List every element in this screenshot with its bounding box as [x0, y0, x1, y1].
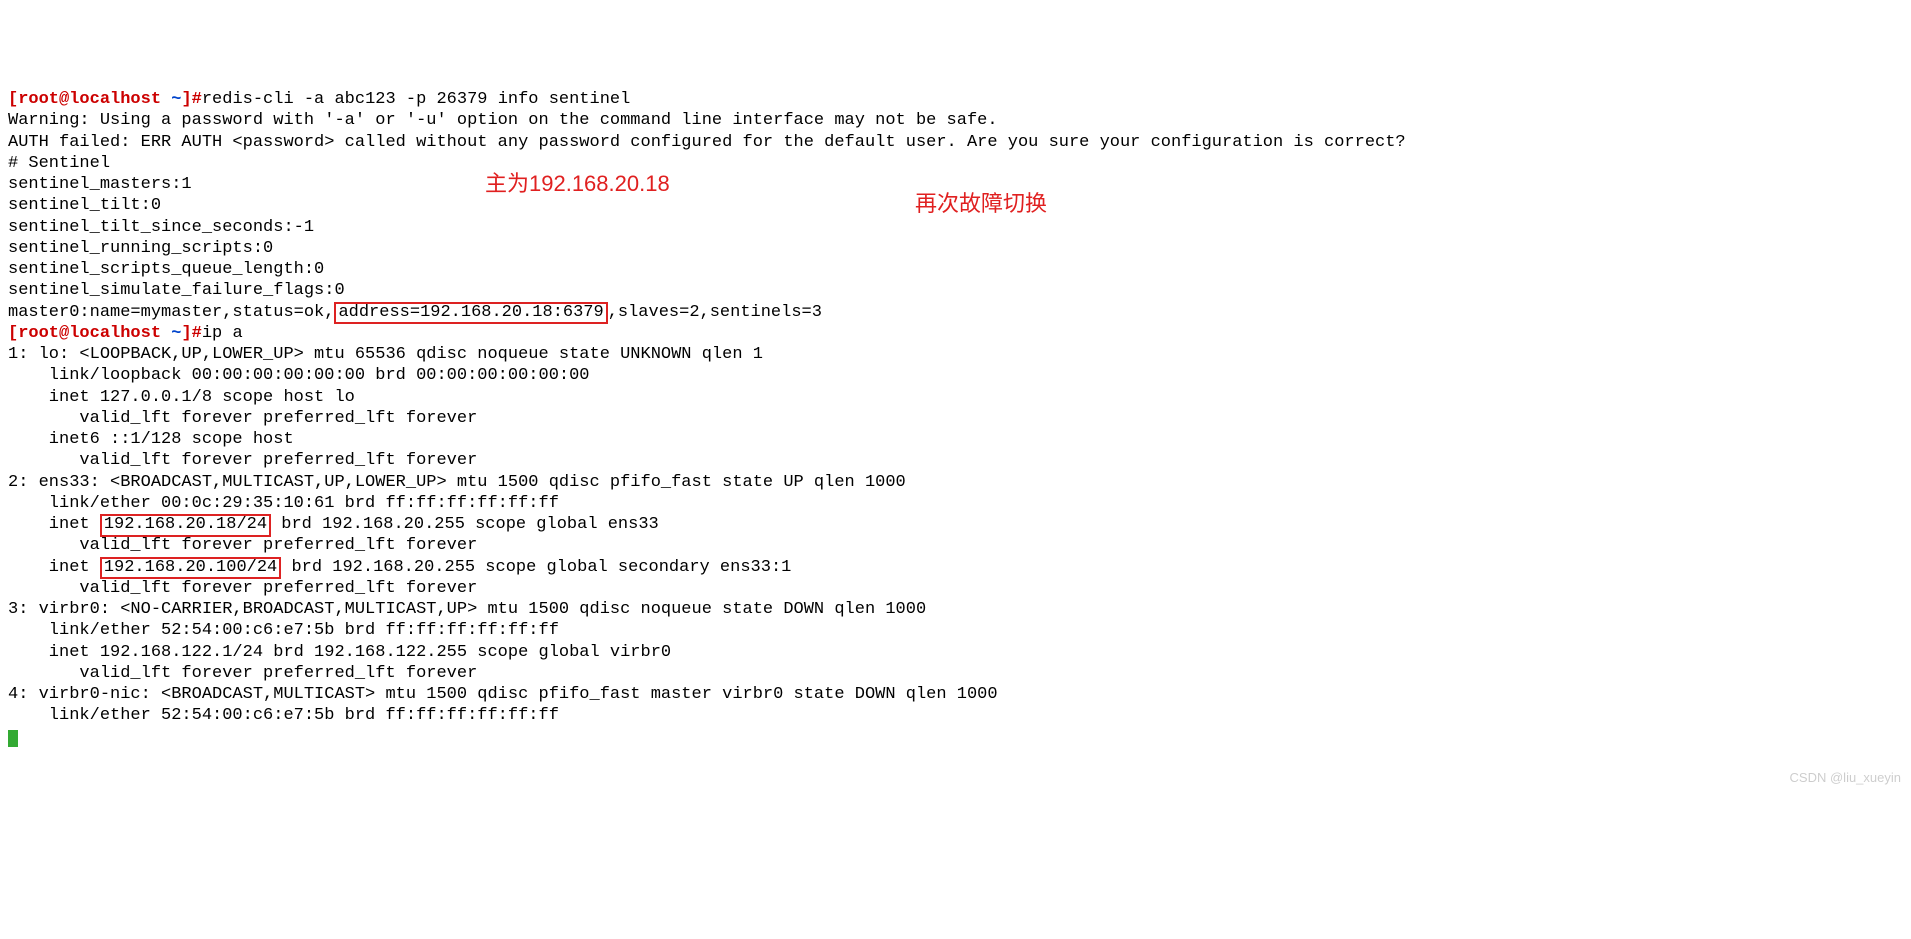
prompt-user: [root@localhost	[8, 90, 171, 109]
ip-ens-5: inet 192.168.20.100/24 brd 192.168.20.25…	[8, 558, 791, 577]
command-text: redis-cli -a abc123 -p 26379 info sentin…	[202, 90, 630, 109]
ip-virbr0-4: valid_lft forever preferred_lft forever	[8, 664, 477, 683]
prompt-user: [root@localhost	[8, 324, 171, 343]
ip-lo-1: 1: lo: <LOOPBACK,UP,LOWER_UP> mtu 65536 …	[8, 345, 763, 364]
prompt-tilde: ~	[171, 90, 181, 109]
prompt-end: ]#	[181, 90, 201, 109]
prompt-line-2: [root@localhost ~]#ip a	[8, 324, 243, 343]
prompt-tilde: ~	[171, 324, 181, 343]
output-sentinel-tilt: sentinel_tilt:0	[8, 196, 161, 215]
watermark: CSDN @liu_xueyin	[1790, 770, 1901, 786]
prompt-end: ]#	[181, 324, 201, 343]
command-text: ip a	[202, 324, 243, 343]
output-sentinel-masters: sentinel_masters:1	[8, 175, 192, 194]
ip-lo-2: link/loopback 00:00:00:00:00:00 brd 00:0…	[8, 366, 590, 385]
output-sentinel-queue: sentinel_scripts_queue_length:0	[8, 260, 324, 279]
ip-virbr0nic-2: link/ether 52:54:00:c6:e7:5b brd ff:ff:f…	[8, 706, 559, 725]
ip-lo-5: inet6 ::1/128 scope host	[8, 430, 294, 449]
highlight-ip-primary: 192.168.20.18/24	[100, 514, 271, 537]
ip-lo-6: valid_lft forever preferred_lft forever	[8, 451, 477, 470]
ip-virbr0-2: link/ether 52:54:00:c6:e7:5b brd ff:ff:f…	[8, 621, 559, 640]
terminal-output: [root@localhost ~]#redis-cli -a abc123 -…	[8, 89, 1903, 748]
ip-lo-3: inet 127.0.0.1/8 scope host lo	[8, 388, 355, 407]
output-sentinel-flags: sentinel_simulate_failure_flags:0	[8, 281, 345, 300]
cursor-icon	[8, 730, 18, 747]
ip-lo-4: valid_lft forever preferred_lft forever	[8, 409, 477, 428]
output-sentinel-scripts: sentinel_running_scripts:0	[8, 239, 273, 258]
output-sentinel-tilt-since: sentinel_tilt_since_seconds:-1	[8, 218, 314, 237]
output-master-line: master0:name=mymaster,status=ok,address=…	[8, 303, 822, 322]
ip-ens-3: inet 192.168.20.18/24 brd 192.168.20.255…	[8, 515, 659, 534]
ip-ens-2: link/ether 00:0c:29:35:10:61 brd ff:ff:f…	[8, 494, 559, 513]
ip-virbr0nic-1: 4: virbr0-nic: <BROADCAST,MULTICAST> mtu…	[8, 685, 998, 704]
output-warning: Warning: Using a password with '-a' or '…	[8, 111, 998, 130]
output-auth-failed: AUTH failed: ERR AUTH <password> called …	[8, 133, 1406, 152]
highlight-ip-secondary: 192.168.20.100/24	[100, 557, 281, 580]
output-sentinel-header: # Sentinel	[8, 154, 110, 173]
highlight-master-address: address=192.168.20.18:6379	[334, 302, 607, 325]
prompt-line-1: [root@localhost ~]#redis-cli -a abc123 -…	[8, 90, 630, 109]
ip-ens-6: valid_lft forever preferred_lft forever	[8, 579, 477, 598]
ip-ens-1: 2: ens33: <BROADCAST,MULTICAST,UP,LOWER_…	[8, 473, 906, 492]
ip-virbr0-1: 3: virbr0: <NO-CARRIER,BROADCAST,MULTICA…	[8, 600, 926, 619]
annotation-failover: 再次故障切换	[915, 190, 1047, 218]
annotation-master-ip: 主为192.168.20.18	[485, 170, 670, 198]
ip-ens-4: valid_lft forever preferred_lft forever	[8, 536, 477, 555]
ip-virbr0-3: inet 192.168.122.1/24 brd 192.168.122.25…	[8, 643, 671, 662]
